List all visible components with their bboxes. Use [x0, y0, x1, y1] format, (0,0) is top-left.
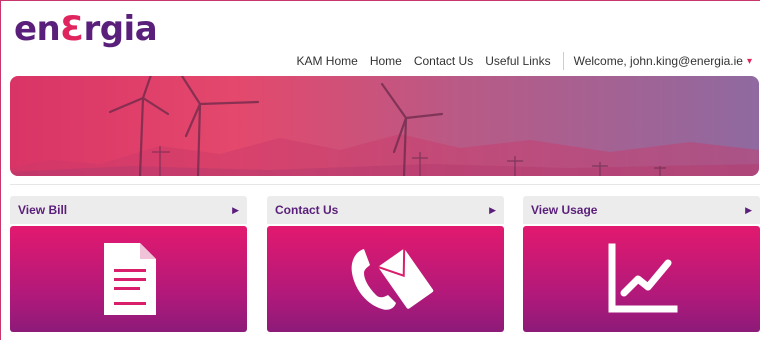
view-bill-tile[interactable]: View Bill ▶ [10, 196, 247, 332]
welcome-text: Welcome, john.king@energia.ie [573, 54, 743, 68]
logo-accent: Ɛ [60, 9, 84, 49]
top-navigation: KAM Home Home Contact Us Useful Links We… [284, 52, 752, 70]
tile-label: View Usage [531, 203, 598, 217]
tile-header[interactable]: View Usage ▶ [523, 196, 760, 224]
wind-turbine-landscape-icon [10, 76, 759, 176]
nav-contact-us-link[interactable]: Contact Us [414, 54, 473, 68]
chevron-right-icon: ▶ [489, 204, 496, 215]
line-chart-icon [608, 243, 677, 313]
tile-body[interactable] [267, 226, 504, 332]
document-icon [103, 243, 156, 315]
tile-label: Contact Us [275, 203, 339, 217]
section-divider [10, 184, 760, 185]
phone-envelope-icon [351, 248, 433, 310]
chevron-right-icon: ▶ [745, 204, 752, 215]
tile-header[interactable]: Contact Us ▶ [267, 196, 504, 224]
tile-header[interactable]: View Bill ▶ [10, 196, 247, 224]
nav-kam-home-link[interactable]: KAM Home [296, 54, 357, 68]
logo-prefix: en [14, 9, 61, 49]
energia-logo[interactable]: enƐrgia [14, 9, 158, 49]
chevron-down-icon: ▾ [746, 55, 752, 67]
nav-divider [562, 52, 564, 70]
tile-label: View Bill [18, 203, 68, 217]
view-usage-tile[interactable]: View Usage ▶ [523, 196, 760, 332]
nav-useful-links-link[interactable]: Useful Links [485, 54, 550, 68]
nav-home-link[interactable]: Home [370, 54, 402, 68]
hero-banner [10, 76, 759, 176]
logo-suffix: rgia [83, 9, 158, 49]
tile-body[interactable] [10, 226, 247, 332]
user-menu[interactable]: Welcome, john.king@energia.ie ▾ [574, 54, 752, 68]
contact-us-tile[interactable]: Contact Us ▶ [267, 196, 504, 332]
tile-body[interactable] [523, 226, 760, 332]
chevron-right-icon: ▶ [232, 204, 239, 215]
